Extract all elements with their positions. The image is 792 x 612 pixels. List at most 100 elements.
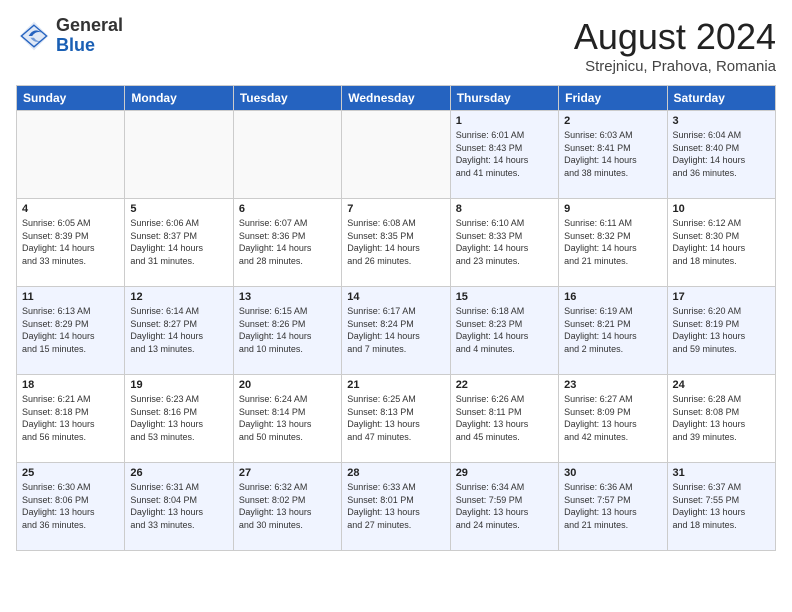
day-number: 7	[347, 203, 444, 215]
day-info: Sunrise: 6:08 AM Sunset: 8:35 PM Dayligh…	[347, 217, 444, 267]
day-info: Sunrise: 6:21 AM Sunset: 8:18 PM Dayligh…	[22, 393, 119, 443]
day-info: Sunrise: 6:12 AM Sunset: 8:30 PM Dayligh…	[673, 217, 770, 267]
calendar-cell	[233, 111, 341, 199]
calendar-cell	[125, 111, 233, 199]
logo: General Blue	[16, 16, 123, 56]
day-info: Sunrise: 6:04 AM Sunset: 8:40 PM Dayligh…	[673, 129, 770, 179]
calendar-cell: 6Sunrise: 6:07 AM Sunset: 8:36 PM Daylig…	[233, 199, 341, 287]
day-number: 19	[130, 379, 227, 391]
day-number: 2	[564, 115, 661, 127]
day-number: 10	[673, 203, 770, 215]
day-info: Sunrise: 6:19 AM Sunset: 8:21 PM Dayligh…	[564, 305, 661, 355]
day-info: Sunrise: 6:15 AM Sunset: 8:26 PM Dayligh…	[239, 305, 336, 355]
day-info: Sunrise: 6:36 AM Sunset: 7:57 PM Dayligh…	[564, 481, 661, 531]
calendar-cell: 12 Sunrise: 6:14 AM Sunset: 8:27 PM Dayli…	[125, 287, 233, 375]
day-number: 23	[564, 379, 661, 391]
day-info: Sunrise: 6:23 AM Sunset: 8:16 PM Dayligh…	[130, 393, 227, 443]
calendar-cell: 16 Sunrise: 6:19 AM Sunset: 8:21 PM Dayli…	[559, 287, 667, 375]
header-row: SundayMondayTuesdayWednesdayThursdayFrid…	[17, 86, 776, 111]
calendar-cell: 2 Sunrise: 6:03 AM Sunset: 8:41 PM Daylig…	[559, 111, 667, 199]
calendar-cell	[17, 111, 125, 199]
page-header: General Blue August 2024 Strejnicu, Prah…	[16, 16, 776, 75]
day-info: Sunrise: 6:01 AM Sunset: 8:43 PM Dayligh…	[456, 129, 553, 179]
day-number: 22	[456, 379, 553, 391]
calendar-cell: 17 Sunrise: 6:20 AM Sunset: 8:19 PM Dayli…	[667, 287, 775, 375]
day-info: Sunrise: 6:28 AM Sunset: 8:08 PM Dayligh…	[673, 393, 770, 443]
column-header-saturday: Saturday	[667, 86, 775, 111]
day-info: Sunrise: 6:18 AM Sunset: 8:23 PM Dayligh…	[456, 305, 553, 355]
day-number: 25	[22, 467, 119, 479]
day-number: 26	[130, 467, 227, 479]
day-info: Sunrise: 6:07 AM Sunset: 8:36 PM Dayligh…	[239, 217, 336, 267]
day-number: 15	[456, 291, 553, 303]
calendar-cell: 8 Sunrise: 6:10 AM Sunset: 8:33 PM Daylig…	[450, 199, 558, 287]
title-block: August 2024 Strejnicu, Prahova, Romania	[574, 16, 776, 75]
calendar-cell: 18 Sunrise: 6:21 AM Sunset: 8:18 PM Dayli…	[17, 375, 125, 463]
day-number: 3	[673, 115, 770, 127]
column-header-monday: Monday	[125, 86, 233, 111]
logo-icon	[16, 18, 52, 54]
calendar-cell: 1 Sunrise: 6:01 AM Sunset: 8:43 PM Daylig…	[450, 111, 558, 199]
day-info: Sunrise: 6:20 AM Sunset: 8:19 PM Dayligh…	[673, 305, 770, 355]
day-number: 16	[564, 291, 661, 303]
day-info: Sunrise: 6:13 AM Sunset: 8:29 PM Dayligh…	[22, 305, 119, 355]
calendar-cell: 30 Sunrise: 6:36 AM Sunset: 7:57 PM Dayli…	[559, 463, 667, 551]
calendar-cell: 13 Sunrise: 6:15 AM Sunset: 8:26 PM Dayli…	[233, 287, 341, 375]
day-info: Sunrise: 6:14 AM Sunset: 8:27 PM Dayligh…	[130, 305, 227, 355]
month-year: August 2024	[574, 16, 776, 58]
day-info: Sunrise: 6:32 AM Sunset: 8:02 PM Dayligh…	[239, 481, 336, 531]
calendar-cell: 21Sunrise: 6:25 AM Sunset: 8:13 PM Dayli…	[342, 375, 450, 463]
day-info: Sunrise: 6:31 AM Sunset: 8:04 PM Dayligh…	[130, 481, 227, 531]
calendar-cell: 9Sunrise: 6:11 AM Sunset: 8:32 PM Daylig…	[559, 199, 667, 287]
calendar-cell: 29 Sunrise: 6:34 AM Sunset: 7:59 PM Dayli…	[450, 463, 558, 551]
calendar-cell: 3 Sunrise: 6:04 AM Sunset: 8:40 PM Daylig…	[667, 111, 775, 199]
day-info: Sunrise: 6:10 AM Sunset: 8:33 PM Dayligh…	[456, 217, 553, 267]
day-number: 18	[22, 379, 119, 391]
day-number: 4	[22, 203, 119, 215]
calendar-cell: 20Sunrise: 6:24 AM Sunset: 8:14 PM Dayli…	[233, 375, 341, 463]
day-number: 27	[239, 467, 336, 479]
day-number: 1	[456, 115, 553, 127]
calendar-cell: 26 Sunrise: 6:31 AM Sunset: 8:04 PM Dayli…	[125, 463, 233, 551]
column-header-wednesday: Wednesday	[342, 86, 450, 111]
day-info: Sunrise: 6:03 AM Sunset: 8:41 PM Dayligh…	[564, 129, 661, 179]
day-number: 21	[347, 379, 444, 391]
day-info: Sunrise: 6:11 AM Sunset: 8:32 PM Dayligh…	[564, 217, 661, 267]
column-header-sunday: Sunday	[17, 86, 125, 111]
calendar-cell: 14Sunrise: 6:17 AM Sunset: 8:24 PM Dayli…	[342, 287, 450, 375]
day-number: 29	[456, 467, 553, 479]
day-number: 30	[564, 467, 661, 479]
day-number: 8	[456, 203, 553, 215]
week-row-1: 1 Sunrise: 6:01 AM Sunset: 8:43 PM Daylig…	[17, 111, 776, 199]
calendar-cell: 10 Sunrise: 6:12 AM Sunset: 8:30 PM Dayli…	[667, 199, 775, 287]
day-info: Sunrise: 6:33 AM Sunset: 8:01 PM Dayligh…	[347, 481, 444, 531]
day-number: 17	[673, 291, 770, 303]
calendar-cell: 22 Sunrise: 6:26 AM Sunset: 8:11 PM Dayli…	[450, 375, 558, 463]
day-info: Sunrise: 6:37 AM Sunset: 7:55 PM Dayligh…	[673, 481, 770, 531]
day-number: 5	[130, 203, 227, 215]
day-info: Sunrise: 6:26 AM Sunset: 8:11 PM Dayligh…	[456, 393, 553, 443]
calendar-cell: 11 Sunrise: 6:13 AM Sunset: 8:29 PM Dayli…	[17, 287, 125, 375]
day-number: 24	[673, 379, 770, 391]
day-number: 11	[22, 291, 119, 303]
day-info: Sunrise: 6:24 AM Sunset: 8:14 PM Dayligh…	[239, 393, 336, 443]
calendar-cell: 28 Sunrise: 6:33 AM Sunset: 8:01 PM Dayli…	[342, 463, 450, 551]
calendar-cell: 31 Sunrise: 6:37 AM Sunset: 7:55 PM Dayli…	[667, 463, 775, 551]
column-header-friday: Friday	[559, 86, 667, 111]
day-info: Sunrise: 6:34 AM Sunset: 7:59 PM Dayligh…	[456, 481, 553, 531]
calendar-cell: 24 Sunrise: 6:28 AM Sunset: 8:08 PM Dayli…	[667, 375, 775, 463]
day-info: Sunrise: 6:05 AM Sunset: 8:39 PM Dayligh…	[22, 217, 119, 267]
day-info: Sunrise: 6:17 AM Sunset: 8:24 PM Dayligh…	[347, 305, 444, 355]
day-number: 13	[239, 291, 336, 303]
day-info: Sunrise: 6:30 AM Sunset: 8:06 PM Dayligh…	[22, 481, 119, 531]
day-number: 12	[130, 291, 227, 303]
calendar-table: SundayMondayTuesdayWednesdayThursdayFrid…	[16, 85, 776, 551]
day-number: 31	[673, 467, 770, 479]
week-row-3: 11 Sunrise: 6:13 AM Sunset: 8:29 PM Dayli…	[17, 287, 776, 375]
calendar-cell: 27 Sunrise: 6:32 AM Sunset: 8:02 PM Dayli…	[233, 463, 341, 551]
column-header-thursday: Thursday	[450, 86, 558, 111]
calendar-cell: 4 Sunrise: 6:05 AM Sunset: 8:39 PM Daylig…	[17, 199, 125, 287]
logo-text: General Blue	[56, 16, 123, 56]
day-number: 28	[347, 467, 444, 479]
calendar-cell: 25 Sunrise: 6:30 AM Sunset: 8:06 PM Dayli…	[17, 463, 125, 551]
